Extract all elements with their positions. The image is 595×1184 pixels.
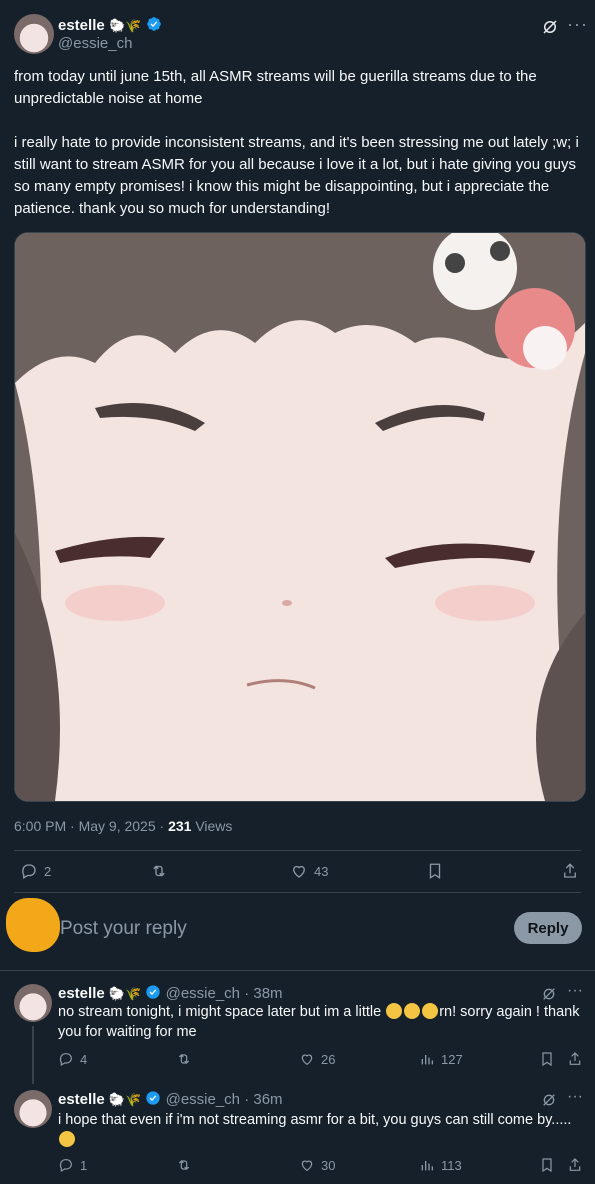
analytics-icon bbox=[421, 1161, 433, 1171]
share-icon bbox=[564, 863, 576, 878]
grok-icon[interactable] bbox=[541, 18, 559, 36]
tweet-text: from today until june 15th, all ASMR str… bbox=[14, 66, 580, 220]
verified-badge-icon bbox=[146, 985, 161, 999]
more-icon[interactable]: ··· bbox=[567, 982, 583, 1000]
views-action[interactable]: 113 bbox=[419, 1157, 462, 1173]
repost-icon bbox=[178, 1054, 190, 1064]
repost-icon bbox=[178, 1160, 190, 1170]
author-info: estelle 🐑🌾 @essie_ch bbox=[58, 16, 162, 52]
bookmark-icon bbox=[542, 1052, 552, 1067]
handle[interactable]: @essie_ch bbox=[166, 985, 240, 1002]
bookmark-action[interactable] bbox=[539, 1051, 555, 1067]
more-icon[interactable]: ··· bbox=[567, 1088, 583, 1106]
reply-input[interactable]: Post your reply bbox=[60, 918, 187, 940]
avatar[interactable] bbox=[14, 1090, 52, 1128]
tweet-meta: 6:00 PM · May 9, 2025 · 231 Views bbox=[14, 818, 232, 834]
like-count: 43 bbox=[314, 863, 329, 879]
grok-icon[interactable] bbox=[541, 1092, 557, 1108]
views-label: Views bbox=[191, 818, 233, 834]
like-count: 26 bbox=[321, 1051, 336, 1067]
bookmark-action[interactable] bbox=[426, 862, 444, 880]
divider bbox=[0, 970, 595, 971]
reply-count: 4 bbox=[80, 1051, 88, 1067]
share-action[interactable] bbox=[561, 862, 579, 880]
sheep-emoji: 🐑🌾 bbox=[108, 1092, 142, 1107]
timestamp[interactable]: 6:00 PM · May 9, 2025 · bbox=[14, 818, 168, 834]
repost-action[interactable] bbox=[176, 1157, 192, 1173]
bookmark-icon bbox=[542, 1158, 552, 1173]
reply-header: estelle 🐑🌾 @essie_ch · 38m bbox=[58, 984, 283, 1002]
emoji-pleading bbox=[59, 1131, 75, 1147]
avatar[interactable] bbox=[14, 14, 54, 54]
emoji-dizzy bbox=[404, 1003, 421, 1019]
bookmark-action[interactable] bbox=[539, 1157, 555, 1173]
tweet-paragraph-1: from today until june 15th, all ASMR str… bbox=[14, 68, 537, 107]
tweet-paragraph-2: i really hate to provide inconsistent st… bbox=[14, 134, 579, 217]
views-action[interactable]: 127 bbox=[419, 1051, 463, 1067]
share-icon bbox=[569, 1052, 581, 1065]
display-name[interactable]: estelle bbox=[58, 17, 105, 34]
reply-text-start: no stream tonight, i might space later b… bbox=[58, 1004, 386, 1020]
reply-icon bbox=[59, 1053, 72, 1067]
heart-icon bbox=[301, 1160, 313, 1172]
emoji-dizzy bbox=[422, 1003, 439, 1019]
like-count: 30 bbox=[321, 1157, 336, 1173]
sheep-emoji: 🐑🌾 bbox=[109, 18, 142, 33]
verified-badge-icon bbox=[147, 17, 161, 31]
more-icon[interactable]: ··· bbox=[567, 14, 588, 35]
like-action[interactable]: 43 bbox=[290, 862, 328, 880]
like-action[interactable]: 26 bbox=[299, 1051, 335, 1067]
reply-count: 2 bbox=[44, 863, 52, 879]
reply-text-content: i hope that even if i'm not streaming as… bbox=[58, 1112, 572, 1128]
share-action[interactable] bbox=[567, 1157, 583, 1173]
reply-time[interactable]: · 38m bbox=[244, 985, 282, 1002]
reply-button[interactable]: Reply bbox=[514, 912, 582, 944]
heart-icon bbox=[293, 865, 305, 878]
display-name[interactable]: estelle bbox=[58, 985, 105, 1002]
verified-badge-icon bbox=[146, 1091, 161, 1105]
reply-action[interactable]: 2 bbox=[20, 862, 51, 880]
tweet-image[interactable] bbox=[14, 232, 586, 802]
display-name[interactable]: estelle bbox=[58, 1091, 105, 1108]
heart-icon bbox=[301, 1054, 313, 1066]
handle[interactable]: @essie_ch bbox=[166, 1091, 240, 1108]
repost-icon bbox=[153, 865, 165, 877]
reply-action[interactable]: 4 bbox=[58, 1051, 87, 1067]
reply-text: no stream tonight, i might space later b… bbox=[58, 1002, 583, 1042]
bookmark-icon bbox=[429, 863, 441, 880]
like-action[interactable]: 30 bbox=[299, 1157, 335, 1173]
view-count: 113 bbox=[441, 1157, 462, 1173]
divider bbox=[14, 892, 581, 893]
reply-text: i hope that even if i'm not streaming as… bbox=[58, 1110, 583, 1150]
analytics-icon bbox=[421, 1055, 433, 1065]
views-count: 231 bbox=[168, 818, 192, 834]
share-icon bbox=[569, 1158, 581, 1171]
reply-action[interactable]: 1 bbox=[58, 1157, 87, 1173]
emoji-dizzy bbox=[386, 1003, 403, 1019]
avatar[interactable] bbox=[14, 984, 52, 1022]
repost-action[interactable] bbox=[176, 1051, 192, 1067]
composer-avatar bbox=[6, 898, 60, 952]
grok-icon[interactable] bbox=[541, 986, 557, 1002]
reply-count: 1 bbox=[80, 1157, 88, 1173]
divider bbox=[14, 850, 581, 851]
share-action[interactable] bbox=[567, 1051, 583, 1067]
repost-action[interactable] bbox=[150, 862, 168, 880]
reply-thread-line bbox=[32, 1026, 34, 1084]
reply-icon bbox=[59, 1159, 72, 1173]
reply-time[interactable]: · 36m bbox=[244, 1091, 282, 1108]
reply-icon bbox=[22, 864, 36, 879]
handle[interactable]: @essie_ch bbox=[58, 35, 162, 52]
sheep-emoji: 🐑🌾 bbox=[108, 986, 142, 1001]
reply-header: estelle 🐑🌾 @essie_ch · 36m bbox=[58, 1090, 283, 1108]
view-count: 127 bbox=[441, 1051, 463, 1067]
